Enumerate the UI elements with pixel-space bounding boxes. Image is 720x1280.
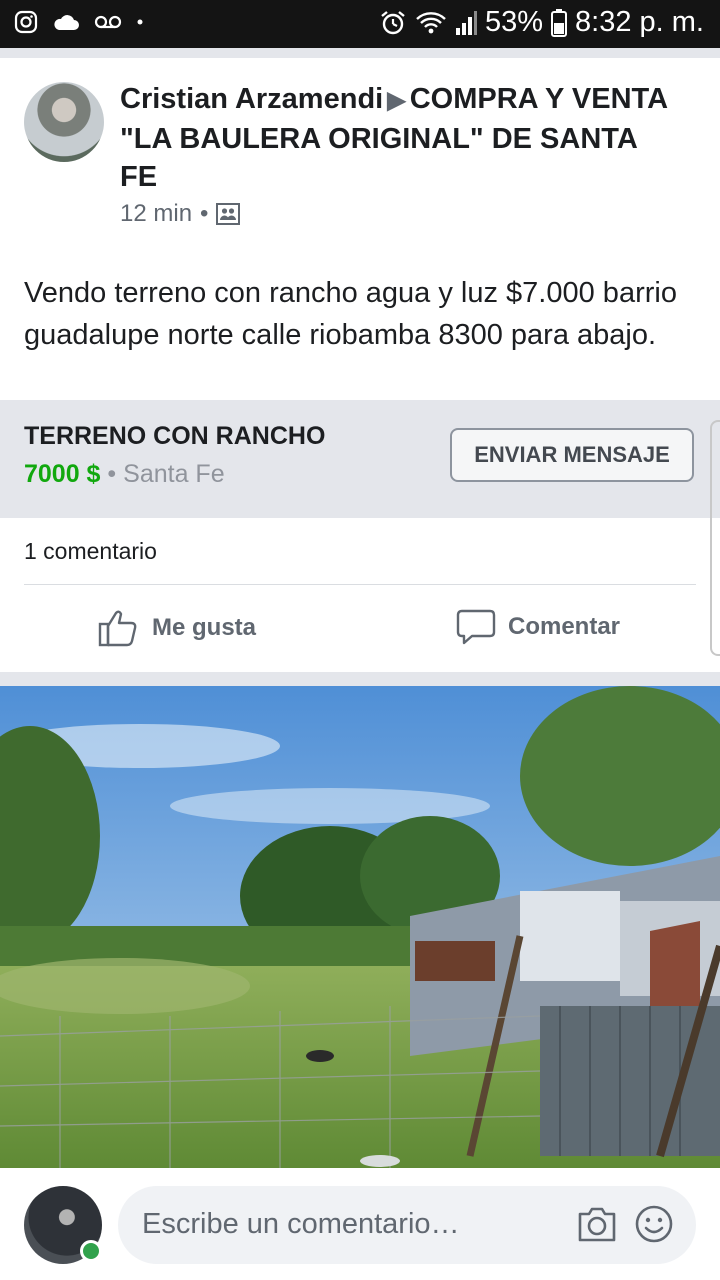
feed-gap <box>0 48 720 58</box>
group-audience-icon <box>216 203 241 225</box>
wifi-icon <box>416 11 446 33</box>
author-avatar[interactable] <box>24 82 104 162</box>
post-text: Vendo terreno con rancho agua y luz $7.0… <box>24 277 677 351</box>
listing-separator: • <box>107 460 117 488</box>
status-right: 53% 8:32 p. m. <box>379 6 704 39</box>
alarm-icon <box>381 10 405 34</box>
voicemail-icon <box>94 15 122 29</box>
listing-location: Santa Fe <box>123 460 225 488</box>
send-message-button[interactable]: ENVIAR MENSAJE <box>450 428 694 482</box>
comment-composer: Escribe un comentario… <box>0 1168 720 1280</box>
post-card: Cristian Arzamendi ▶ COMPRA Y VENTA "LA BA… <box>0 58 720 672</box>
author-name[interactable]: Cristian Arzamendi <box>120 83 383 115</box>
post-header: Cristian Arzamendi ▶ COMPRA Y VENTA "LA BA… <box>120 80 680 196</box>
land-with-shack-photo <box>0 686 720 1168</box>
listing-photo[interactable] <box>0 686 720 1168</box>
meta-separator: • <box>200 200 209 227</box>
actions-divider <box>24 584 696 585</box>
marketplace-listing[interactable]: TERRENO CON RANCHO 7000 $ • Santa Fe ENV… <box>0 400 720 518</box>
cloud-icon <box>54 15 79 30</box>
comments-count[interactable]: 1 comentario <box>24 538 157 565</box>
comment-button[interactable]: Comentar <box>456 608 620 646</box>
thumbs-up-icon <box>98 610 137 647</box>
status-bar: 53% 8:32 p. m. <box>0 0 720 48</box>
dot-icon <box>137 19 143 25</box>
speech-bubble-icon <box>456 609 496 645</box>
emoji-icon[interactable] <box>634 1204 674 1244</box>
comment-label: Comentar <box>508 613 621 640</box>
instagram-icon <box>14 10 38 34</box>
scrollbar[interactable] <box>710 420 720 656</box>
battery-icon <box>551 8 568 37</box>
share-arrow-icon: ▶ <box>387 87 406 114</box>
listing-subtitle: 7000 $ • Santa Fe <box>24 460 225 489</box>
feed-gap-2 <box>0 672 720 686</box>
post-time[interactable]: 12 min <box>120 200 192 228</box>
status-left-icons <box>14 10 144 34</box>
battery-percent: 53% <box>484 6 544 38</box>
comment-input[interactable]: Escribe un comentario… <box>118 1186 696 1264</box>
post-meta: 12 min • <box>120 200 241 228</box>
online-status-dot <box>80 1240 102 1262</box>
clock: 8:32 p. m. <box>575 6 704 38</box>
like-button[interactable]: Me gusta <box>98 608 256 648</box>
listing-title: TERRENO CON RANCHO <box>24 422 326 450</box>
comment-placeholder: Escribe un comentario… <box>142 1208 460 1240</box>
listing-price: 7000 $ <box>24 460 101 488</box>
like-label: Me gusta <box>152 614 257 641</box>
camera-icon[interactable] <box>576 1204 618 1244</box>
signal-icon <box>455 10 477 35</box>
